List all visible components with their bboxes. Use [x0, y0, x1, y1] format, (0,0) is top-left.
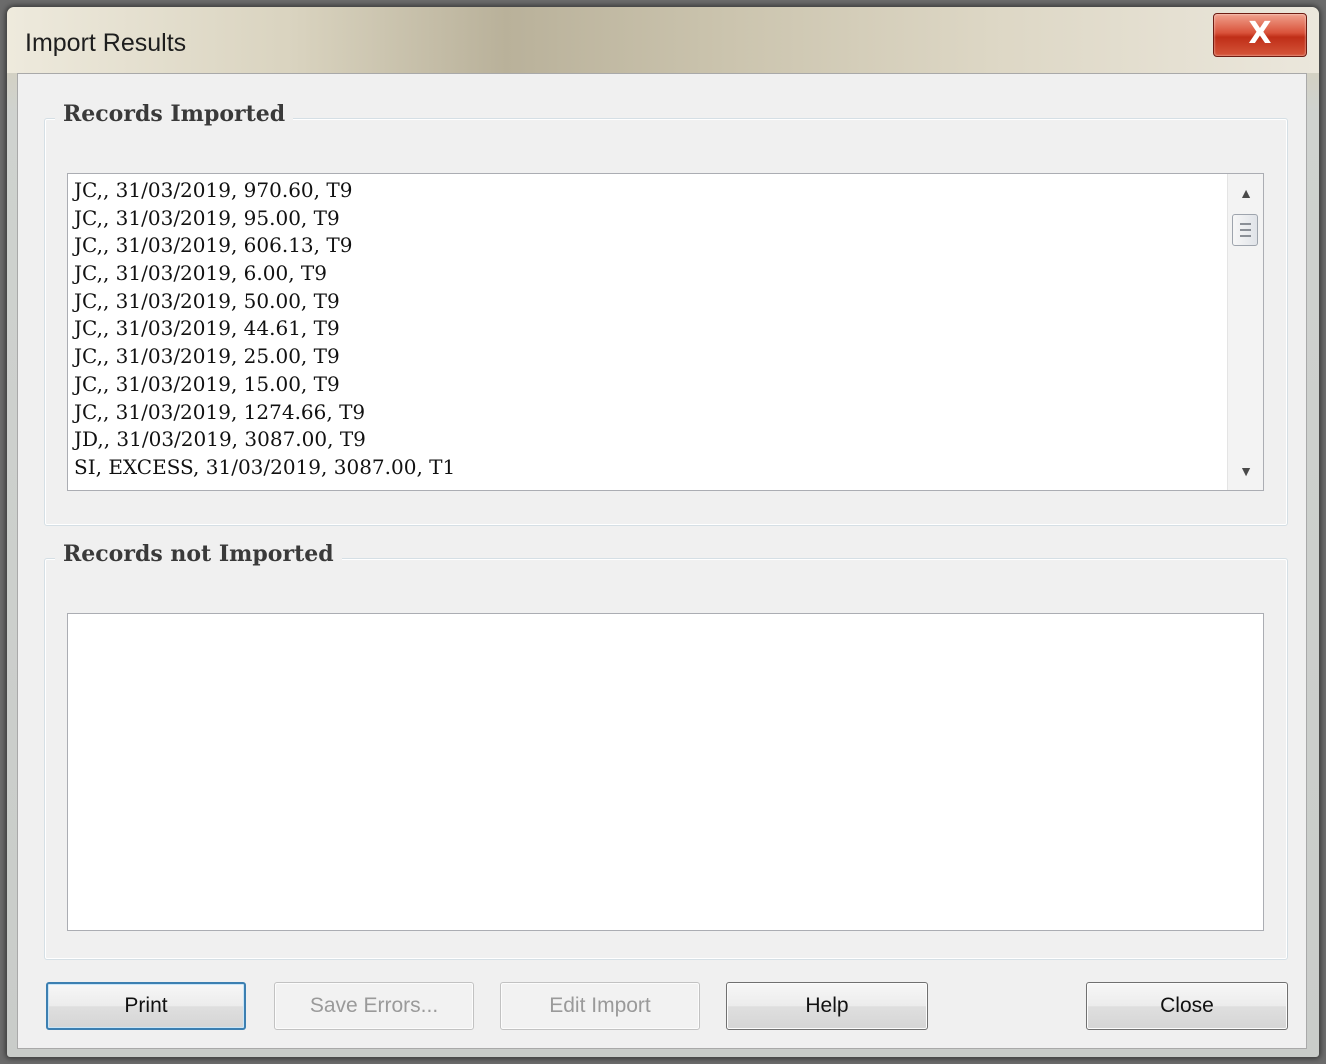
close-window-button[interactable]: X [1213, 13, 1307, 57]
records-imported-list[interactable]: JC,, 31/03/2019, 970.60, T9 JC,, 31/03/20… [67, 173, 1264, 491]
list-item[interactable]: JC,, 31/03/2019, 44.61, T9 [74, 314, 1223, 342]
list-item[interactable]: JC,, 31/03/2019, 95.00, T9 [74, 204, 1223, 232]
list-item[interactable]: JC,, 31/03/2019, 25.00, T9 [74, 342, 1223, 370]
list-item[interactable]: JC,, 31/03/2019, 970.60, T9 [74, 176, 1223, 204]
save-errors-button[interactable]: Save Errors... [274, 982, 474, 1030]
triangle-up-icon: ▲ [1239, 185, 1253, 201]
close-button[interactable]: Close [1086, 982, 1288, 1030]
window-title: Import Results [25, 29, 187, 57]
records-imported-group: Records Imported JC,, 31/03/2019, 970.60… [44, 101, 1288, 526]
scroll-thumb[interactable] [1232, 214, 1258, 246]
list-item[interactable]: SI, EXCESS, 31/03/2019, 3087.00, T1 [74, 453, 1223, 481]
list-item[interactable]: JD,, 31/03/2019, 3087.00, T9 [74, 425, 1223, 453]
list-item[interactable]: JC,, 31/03/2019, 15.00, T9 [74, 370, 1223, 398]
grip-line [1240, 229, 1251, 231]
grip-line [1240, 223, 1251, 225]
records-not-imported-label: Records not Imported [55, 541, 342, 567]
records-imported-rows: JC,, 31/03/2019, 970.60, T9 JC,, 31/03/20… [74, 176, 1223, 481]
records-not-imported-list[interactable] [67, 613, 1264, 931]
print-button[interactable]: Print [46, 982, 246, 1030]
list-item[interactable]: JC,, 31/03/2019, 606.13, T9 [74, 231, 1223, 259]
list-item[interactable]: JC,, 31/03/2019, 50.00, T9 [74, 287, 1223, 315]
scroll-down-button[interactable]: ▼ [1228, 458, 1263, 484]
records-not-imported-group: Records not Imported [44, 541, 1288, 960]
records-imported-scrollbar[interactable]: ▲ ▼ [1227, 174, 1263, 490]
import-results-dialog: Import Results X Records Imported JC,, 3… [6, 6, 1320, 1058]
grip-line [1240, 235, 1251, 237]
dialog-client-area: Records Imported JC,, 31/03/2019, 970.60… [17, 73, 1307, 1049]
triangle-down-icon: ▼ [1239, 463, 1253, 479]
list-item[interactable]: JC,, 31/03/2019, 1274.66, T9 [74, 398, 1223, 426]
edit-import-button[interactable]: Edit Import [500, 982, 700, 1030]
help-button[interactable]: Help [726, 982, 928, 1030]
records-imported-label: Records Imported [55, 101, 294, 127]
scroll-up-button[interactable]: ▲ [1228, 180, 1263, 206]
title-bar[interactable]: Import Results X [7, 7, 1319, 73]
close-icon: X [1248, 16, 1272, 51]
list-item[interactable]: JC,, 31/03/2019, 6.00, T9 [74, 259, 1223, 287]
